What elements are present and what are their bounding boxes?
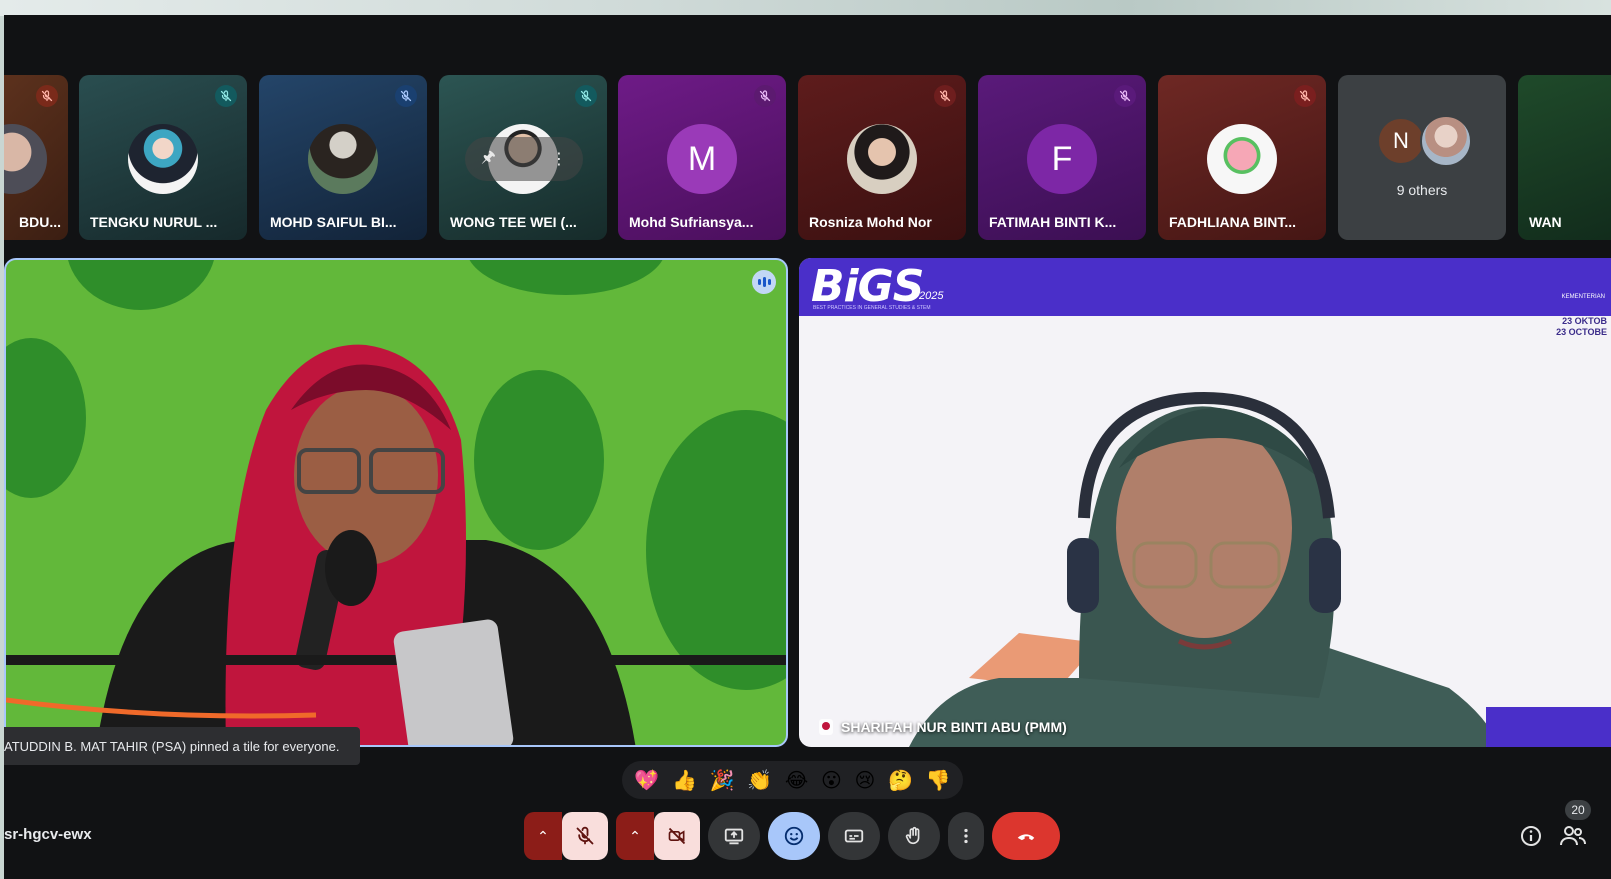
participant-avatar	[4, 124, 47, 194]
notification-text: ATUDDIN B. MAT TAHIR (PSA) pinned a tile…	[4, 738, 340, 754]
pinned-notification: ATUDDIN B. MAT TAHIR (PSA) pinned a tile…	[4, 727, 360, 765]
reaction-heart-icon[interactable]: 💖	[634, 768, 659, 793]
participant-tile[interactable]: MOHD SAIFUL BI...	[259, 75, 427, 240]
participant-name: TENGKU NURUL ...	[90, 214, 218, 230]
mic-off-icon	[754, 85, 776, 107]
reaction-thumbs-up-icon[interactable]: 👍	[672, 768, 697, 793]
participant-avatar	[847, 124, 917, 194]
speaker-video	[909, 391, 1499, 747]
meet-window: BDU... TENGKU NURUL ... MOHD SAIFUL BI..…	[4, 15, 1611, 879]
participant-name: WONG TEE WEI (...	[450, 214, 577, 230]
mic-options-chevron-icon[interactable]: ⌃	[524, 812, 562, 860]
camera-options-chevron-icon[interactable]: ⌃	[616, 812, 654, 860]
participant-name: FADHLIANA BINT...	[1169, 214, 1297, 230]
mic-off-icon	[575, 85, 597, 107]
participant-tile[interactable]: 🖈 ⋮ WONG TEE WEI (...	[439, 75, 607, 240]
participant-avatar: F	[1027, 124, 1097, 194]
end-call-icon	[1017, 834, 1035, 841]
avatar-letter: F	[1051, 139, 1073, 178]
participant-avatar	[1207, 124, 1277, 194]
reactions-button[interactable]	[768, 812, 820, 860]
camera-toggle-button[interactable]	[654, 812, 700, 860]
participant-strip: BDU... TENGKU NURUL ... MOHD SAIFUL BI..…	[4, 75, 1611, 240]
raise-hand-button[interactable]	[888, 812, 940, 860]
participant-tile[interactable]: BDU...	[4, 75, 68, 240]
reaction-clap-icon[interactable]: 👏	[747, 768, 772, 793]
meeting-info-icon[interactable]	[1519, 824, 1543, 848]
participant-avatar	[128, 124, 198, 194]
avatar-letter: M	[687, 139, 717, 178]
reaction-laugh-icon[interactable]: 😂	[785, 768, 808, 793]
participant-tile[interactable]: F FATIMAH BINTI K...	[978, 75, 1146, 240]
captions-icon	[844, 829, 864, 843]
mic-off-icon	[576, 826, 594, 845]
mic-control: ⌃	[524, 812, 608, 860]
camera-off-icon	[668, 827, 686, 845]
present-screen-button[interactable]	[708, 812, 760, 860]
desktop-background	[0, 0, 1611, 16]
speaker-video	[6, 344, 786, 745]
participant-name: MOHD SAIFUL BI...	[270, 214, 397, 230]
mic-off-icon	[934, 85, 956, 107]
reaction-sad-icon[interactable]: 😢	[855, 768, 876, 793]
leave-call-button[interactable]	[992, 812, 1060, 860]
camera-control: ⌃	[616, 812, 700, 860]
captions-button[interactable]	[828, 812, 880, 860]
control-bar: sr-hgcv-ewx ⌃ ⌃ 20	[4, 800, 1611, 860]
people-button[interactable]: 20	[1551, 800, 1595, 860]
people-icon	[1560, 826, 1586, 846]
participant-name: WAN	[1529, 214, 1562, 230]
pin-icon[interactable]: 🖈	[481, 146, 496, 173]
reaction-thinking-icon[interactable]: 🤔	[888, 768, 913, 793]
reactions-bar: 💖 👍 🎉 👏 😂 😮 😢 🤔 👎	[622, 761, 963, 799]
meeting-code: sr-hgcv-ewx	[4, 826, 92, 843]
participant-avatar: M	[667, 124, 737, 194]
mic-off-icon	[395, 85, 417, 107]
mic-off-icon	[36, 85, 58, 107]
present-screen-icon	[724, 828, 744, 845]
participant-avatar	[308, 124, 378, 194]
more-vert-icon[interactable]: ⋮	[551, 149, 567, 169]
participant-tile[interactable]: M Mohd Sufriansya...	[618, 75, 786, 240]
participant-tile[interactable]: FADHLIANA BINT...	[1158, 75, 1326, 240]
more-options-button[interactable]	[948, 812, 984, 860]
more-vert-icon	[964, 828, 968, 844]
others-tile[interactable]: N 9 others	[1338, 75, 1506, 240]
mic-toggle-button[interactable]	[562, 812, 608, 860]
mic-off-icon	[1114, 85, 1136, 107]
speaking-indicator-icon	[752, 270, 776, 294]
speaker-name: SHARIFAH NUR BINTI ABU (PMM)	[841, 719, 1067, 735]
participant-count-badge: 20	[1565, 800, 1591, 820]
presenter-mini-icon	[819, 719, 833, 735]
reaction-thumbs-down-icon[interactable]: 👎	[926, 768, 951, 793]
reaction-party-icon[interactable]: 🎉	[710, 768, 735, 793]
banner-corner	[1486, 707, 1611, 747]
emoji-icon	[784, 826, 804, 846]
hand-icon	[905, 826, 920, 845]
participant-tile[interactable]: WAN	[1518, 75, 1611, 240]
participant-name: Mohd Sufriansya...	[629, 214, 754, 230]
speaker-video-tile[interactable]: BiGS 2025 BEST PRACTICES IN GENERAL STUD…	[799, 258, 1611, 747]
participant-avatar	[1420, 115, 1472, 167]
participant-name: FATIMAH BINTI K...	[989, 214, 1117, 230]
tile-hover-controls[interactable]: 🖈 ⋮	[465, 137, 583, 181]
pinned-video-tile[interactable]	[4, 258, 788, 747]
participant-name: Rosniza Mohd Nor	[809, 214, 932, 230]
participant-tile[interactable]: TENGKU NURUL ...	[79, 75, 247, 240]
participant-name: BDU...	[19, 214, 61, 230]
participant-tile[interactable]: Rosniza Mohd Nor	[798, 75, 966, 240]
mic-off-icon	[1294, 85, 1316, 107]
mic-off-icon	[215, 85, 237, 107]
reaction-surprised-icon[interactable]: 😮	[821, 768, 842, 793]
others-label: 9 others	[1396, 182, 1448, 198]
avatar-letter: N	[1377, 117, 1425, 165]
